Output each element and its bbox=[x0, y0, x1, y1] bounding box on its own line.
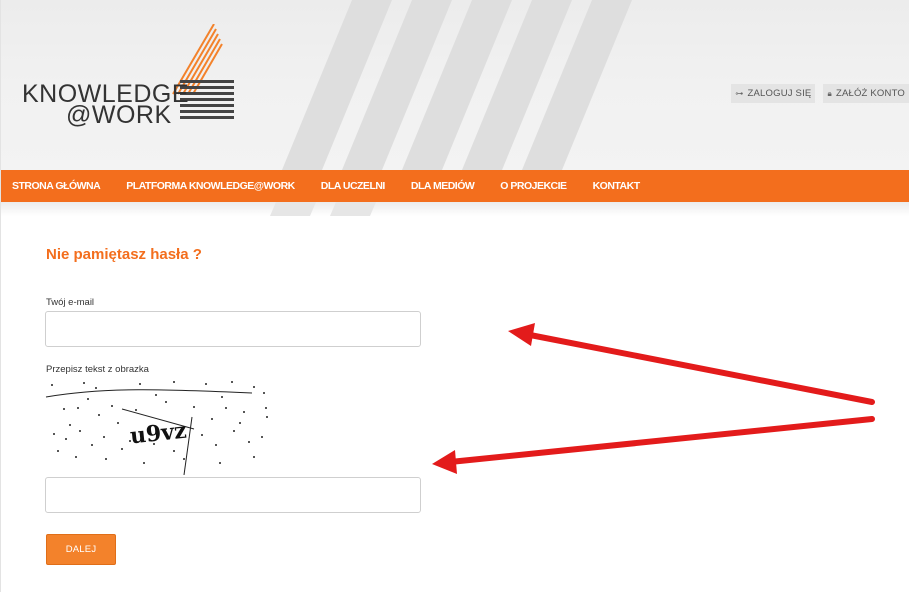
login-button[interactable]: ⊶ ZALOGUJ SIĘ bbox=[731, 84, 816, 103]
nav-item-contact[interactable]: KONTAKT bbox=[593, 180, 641, 192]
page-title: Nie pamiętasz hasła ? bbox=[46, 246, 202, 263]
key-icon: ⊶ bbox=[735, 89, 744, 98]
lock-icon: 🔒︎ bbox=[827, 88, 832, 98]
email-field[interactable] bbox=[45, 311, 421, 347]
arrow-line-top bbox=[522, 331, 875, 405]
captcha-field[interactable] bbox=[45, 477, 421, 513]
arrow-head-top bbox=[508, 323, 535, 346]
register-label: ZAŁÓŻ KONTO bbox=[835, 88, 905, 99]
auth-links: ⊶ ZALOGUJ SIĘ 🔒︎ ZAŁÓŻ KONTO bbox=[731, 84, 909, 103]
logo-text-line2: @WORK bbox=[66, 101, 172, 129]
arrow-line-bottom bbox=[447, 416, 875, 465]
arrow-head-bottom bbox=[432, 450, 457, 474]
nav-item-about[interactable]: O PROJEKCIE bbox=[500, 180, 567, 192]
email-label: Twój e-mail bbox=[46, 297, 95, 308]
logo-mark-icon bbox=[172, 24, 234, 119]
nav-item-platform[interactable]: PLATFORMA KNOWLEDGE@WORK bbox=[126, 180, 295, 192]
nav-item-home[interactable]: STRONA GŁÓWNA bbox=[12, 180, 101, 192]
register-button[interactable]: 🔒︎ ZAŁÓŻ KONTO bbox=[823, 84, 909, 103]
site-header: KNOWLEDGE @WORK ⊶ ZALOGUJ SIĘ 🔒︎ ZAŁÓŻ K… bbox=[0, 0, 909, 170]
captcha-label: Przepisz tekst z obrazka bbox=[46, 364, 149, 375]
nav-shadow-stripes-decoration bbox=[270, 202, 376, 216]
captcha-image: u9vz bbox=[45, 381, 268, 475]
site-logo[interactable]: KNOWLEDGE @WORK bbox=[22, 24, 242, 154]
captcha-text: u9vz bbox=[129, 418, 188, 450]
nav-item-universities[interactable]: DLA UCZELNI bbox=[321, 180, 386, 192]
login-label: ZALOGUJ SIĘ bbox=[747, 88, 812, 99]
main-nav: STRONA GŁÓWNA PLATFORMA KNOWLEDGE@WORK D… bbox=[0, 170, 909, 202]
nav-item-media[interactable]: DLA MEDIÓW bbox=[411, 180, 475, 192]
submit-button[interactable]: DALEJ bbox=[46, 534, 116, 565]
